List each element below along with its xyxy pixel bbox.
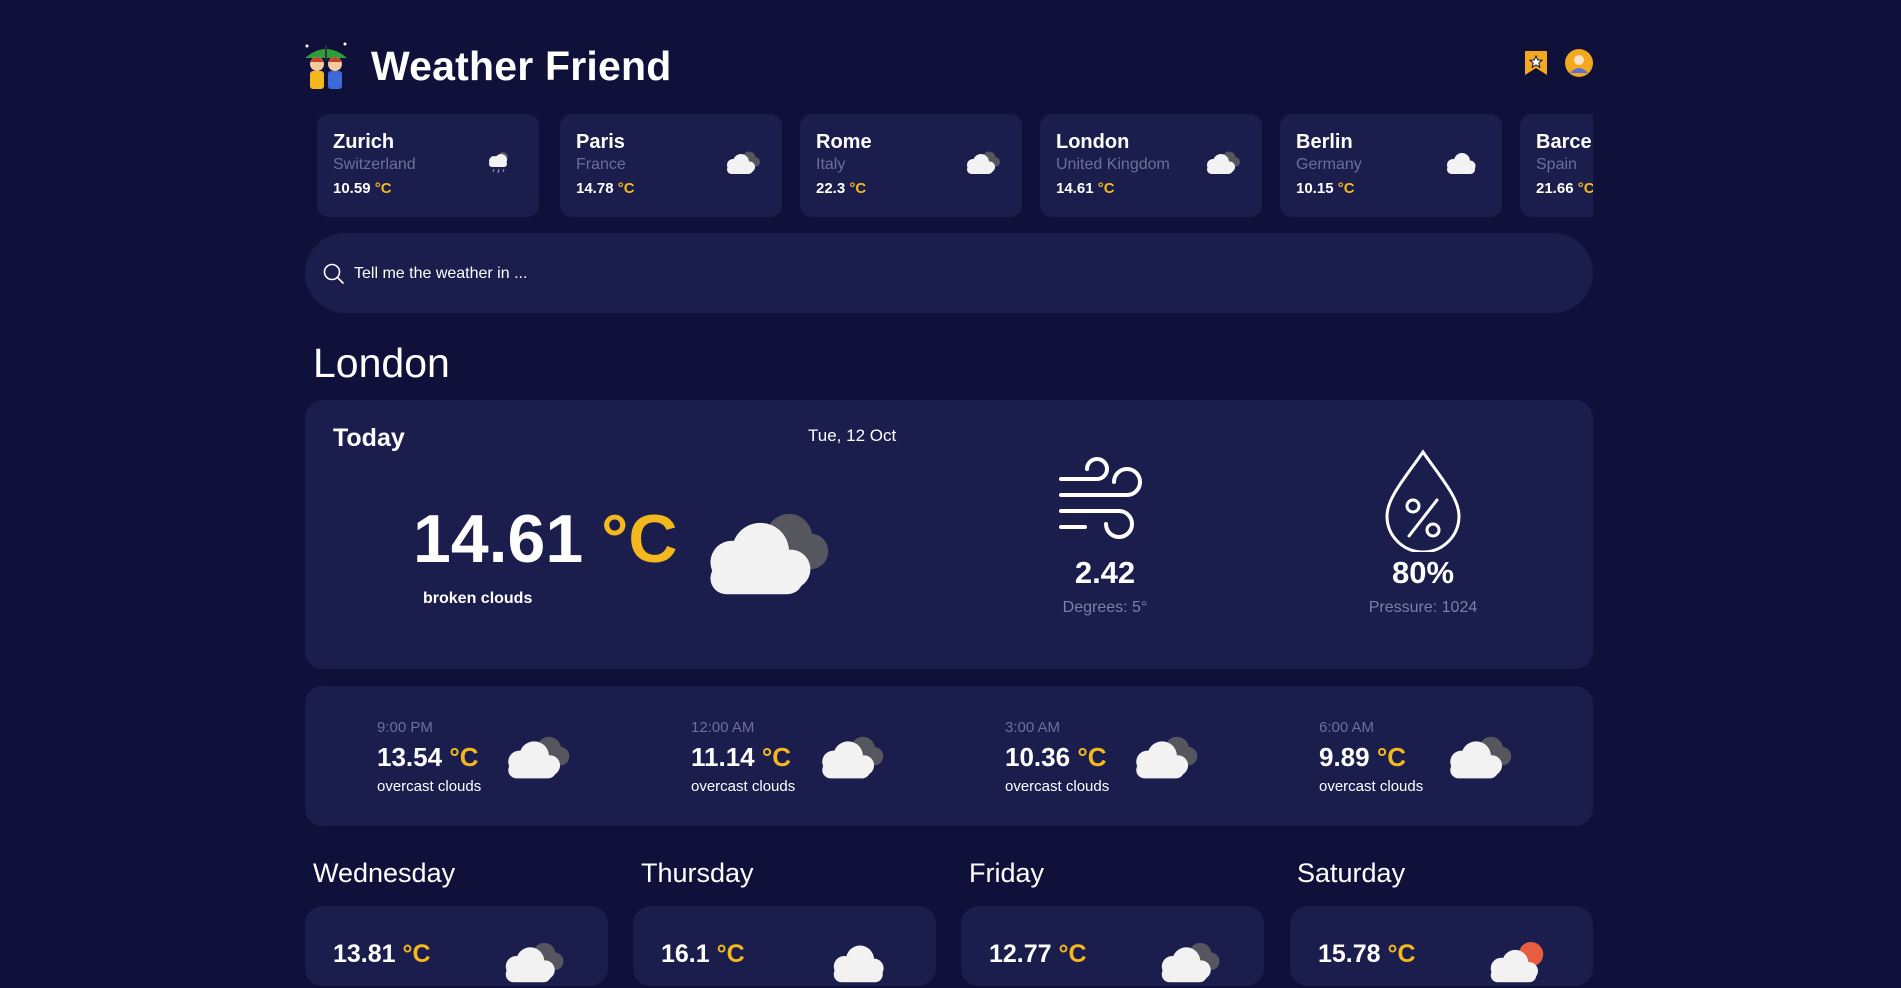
hour-temp: 11.14 °C <box>691 742 792 772</box>
hour-temp: 10.36 °C <box>1005 742 1107 772</box>
today-date: Tue, 12 Oct <box>808 426 897 445</box>
wind-icon <box>1059 457 1142 539</box>
day-temp: 16.1 °C <box>661 940 745 968</box>
hour-time: 3:00 AM <box>1005 719 1061 736</box>
favorite-cities-strip[interactable]: Zurich Switzerland 10.59 °C Paris France… <box>305 114 1593 217</box>
city-country: Germany <box>1296 156 1362 173</box>
cloudy-icon <box>497 938 567 988</box>
hour-time: 9:00 PM <box>377 719 433 736</box>
today-panel: Today Tue, 12 Oct 14.61 °C broken clouds … <box>305 400 1593 669</box>
humidity-drop-icon <box>1385 449 1461 552</box>
city-country: United Kingdom <box>1056 156 1170 173</box>
today-label: Today <box>333 424 405 452</box>
search-icon <box>323 263 344 284</box>
hourly-item: 9:00 PM 13.54 °C overcast clouds <box>377 686 637 826</box>
hour-temp: 9.89 °C <box>1319 742 1407 772</box>
cloudy-icon <box>1441 732 1515 784</box>
city-temp: 10.59 °C <box>333 180 392 197</box>
hourly-item: 3:00 AM 10.36 °C overcast clouds <box>1005 686 1265 826</box>
app-container: Weather Friend Zurich Switzerland 10.59 … <box>305 0 1593 986</box>
city-temp: 14.61 °C <box>1056 180 1115 197</box>
city-name: Barcelona <box>1536 131 1593 153</box>
header-actions <box>1523 49 1593 77</box>
hour-time: 6:00 AM <box>1319 719 1375 736</box>
day-title: Friday <box>969 858 1045 888</box>
rain-cloud-icon <box>479 148 519 178</box>
city-card-berlin[interactable]: Berlin Germany 10.15 °C <box>1280 114 1502 217</box>
cloudy-icon <box>962 148 1002 178</box>
city-name: Zurich <box>333 131 395 153</box>
hour-temp: 13.54 °C <box>377 742 479 772</box>
daily-forecast-card[interactable]: 12.77 °C <box>961 906 1264 986</box>
bookmark-star-icon[interactable] <box>1523 49 1549 77</box>
cloudy-icon <box>1127 732 1201 784</box>
hour-description: overcast clouds <box>1005 778 1110 795</box>
cloudy-icon <box>813 732 887 784</box>
cloud-icon <box>1442 148 1482 178</box>
hourly-forecast: 9:00 PM 13.54 °C overcast clouds 12:00 A… <box>305 686 1593 826</box>
current-description: broken clouds <box>423 590 533 607</box>
hour-time: 12:00 AM <box>691 719 755 736</box>
cloudy-icon <box>499 732 573 784</box>
cloudy-icon <box>722 148 762 178</box>
city-name: Berlin <box>1296 131 1353 153</box>
daily-forecast-card[interactable]: 15.78 °C <box>1290 906 1593 986</box>
user-avatar-icon[interactable] <box>1565 49 1593 77</box>
selected-city-title: London <box>313 340 450 386</box>
cloudy-icon <box>1153 938 1223 988</box>
day-title: Wednesday <box>313 858 456 888</box>
pressure-value: Pressure: 1024 <box>1368 599 1478 616</box>
wind-speed: 2.42 <box>1074 555 1136 590</box>
day-temp: 15.78 °C <box>1318 940 1416 968</box>
cloudy-icon <box>691 505 837 605</box>
hourly-item: 6:00 AM 9.89 °C overcast clouds <box>1319 686 1579 826</box>
city-temp: 10.15 °C <box>1296 180 1355 197</box>
city-name: London <box>1056 131 1130 153</box>
day-title: Saturday <box>1297 858 1406 888</box>
search-bar[interactable] <box>305 233 1593 313</box>
sun-cloud-icon <box>1482 938 1552 988</box>
logo-icon <box>305 42 347 89</box>
cloudy-icon <box>1202 148 1242 178</box>
city-country: Switzerland <box>333 156 416 173</box>
city-card-london[interactable]: London United Kingdom 14.61 °C <box>1040 114 1262 217</box>
app-title: Weather Friend <box>371 43 672 89</box>
daily-forecast-card[interactable]: 16.1 °C <box>633 906 936 986</box>
hour-description: overcast clouds <box>1319 778 1424 795</box>
cloud-icon <box>825 938 895 988</box>
day-temp: 12.77 °C <box>989 940 1087 968</box>
current-temperature: 14.61 °C <box>413 501 678 577</box>
city-card-zurich[interactable]: Zurich Switzerland 10.59 °C <box>317 114 539 217</box>
city-name: Paris <box>576 131 625 153</box>
hour-description: overcast clouds <box>691 778 796 795</box>
humidity-value: 80% <box>1391 555 1455 590</box>
city-country: Italy <box>816 156 846 173</box>
city-temp: 21.66 °C <box>1536 180 1593 197</box>
day-temp: 13.81 °C <box>333 940 431 968</box>
hour-description: overcast clouds <box>377 778 482 795</box>
search-input[interactable] <box>352 257 1556 291</box>
wind-degrees: Degrees: 5° <box>1062 599 1148 616</box>
city-name: Rome <box>816 131 872 153</box>
day-title: Thursday <box>641 858 754 888</box>
city-country: France <box>576 156 626 173</box>
city-card-barcelona[interactable]: Barcelona Spain 21.66 °C <box>1520 114 1593 217</box>
city-temp: 22.3 °C <box>816 180 867 197</box>
city-card-rome[interactable]: Rome Italy 22.3 °C <box>800 114 1022 217</box>
hourly-item: 12:00 AM 11.14 °C overcast clouds <box>691 686 951 826</box>
app-header: Weather Friend <box>305 38 1593 94</box>
city-temp: 14.78 °C <box>576 180 635 197</box>
city-country: Spain <box>1536 156 1577 173</box>
daily-forecast-card[interactable]: 13.81 °C <box>305 906 608 986</box>
city-card-paris[interactable]: Paris France 14.78 °C <box>560 114 782 217</box>
